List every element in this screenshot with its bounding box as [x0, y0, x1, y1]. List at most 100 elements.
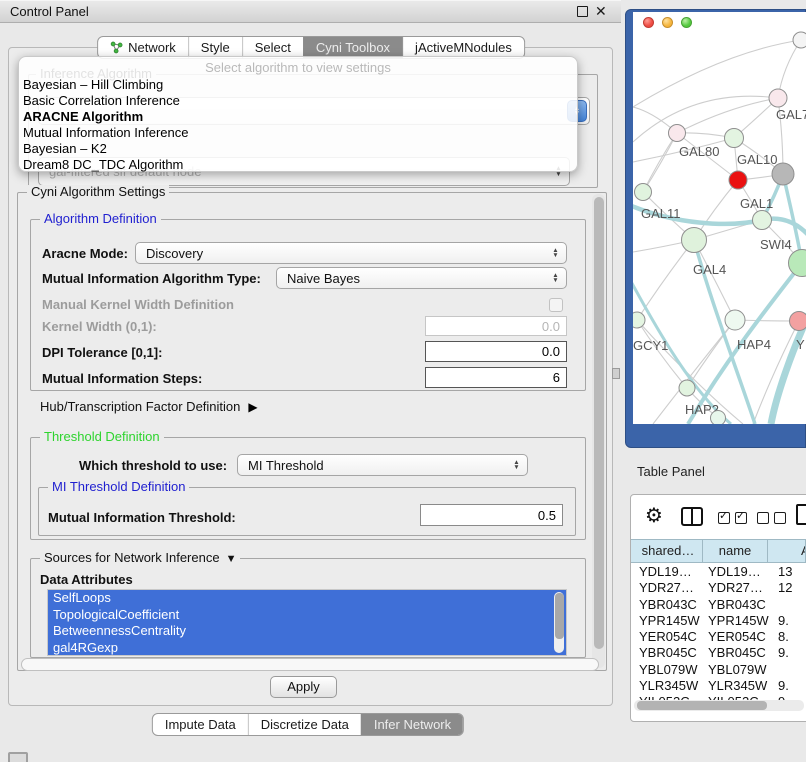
- table-row[interactable]: YBR045CYBR045C9.: [631, 645, 806, 661]
- table-cell: YDR27…: [708, 580, 772, 596]
- close-panel-icon[interactable]: ✕: [595, 3, 607, 20]
- table-cell: YDL19…: [639, 564, 703, 580]
- network-node-GCY1[interactable]: [633, 312, 645, 328]
- table-cell: YDL19…: [708, 564, 772, 580]
- mi-threshold-definition-label: MI Threshold Definition: [48, 480, 189, 494]
- column-header[interactable]: shared…: [634, 540, 703, 562]
- mac-minimize-icon[interactable]: [662, 17, 673, 28]
- tab-style[interactable]: Style: [188, 37, 242, 58]
- table-horizontal-scrollbar[interactable]: [634, 700, 804, 711]
- table-cell: YER054C: [639, 629, 703, 645]
- settings-horizontal-scrollbar[interactable]: [21, 658, 599, 671]
- combobox-stepper-icon[interactable]: ▲▼: [547, 273, 564, 284]
- mac-close-icon[interactable]: [643, 17, 654, 28]
- network-view-window[interactable]: GAL7GAL80GAL10GAL1GAL11SWI4GAL4GCY1HAP4Y…: [633, 12, 806, 424]
- mi-threshold-field[interactable]: 0.5: [420, 504, 563, 526]
- algorithm-option[interactable]: Bayesian – K2: [23, 141, 573, 157]
- table-row[interactable]: YDR27…YDR27…12: [631, 580, 806, 596]
- attribute-list-item[interactable]: gal4RGexp: [48, 640, 566, 657]
- network-node-GAL7[interactable]: [769, 89, 787, 107]
- combobox-stepper-icon[interactable]: ▲▼: [547, 248, 564, 259]
- network-node-GAL4[interactable]: [682, 228, 707, 253]
- algorithm-option[interactable]: Bayesian – Hill Climbing: [23, 77, 573, 93]
- node-label: GAL11: [641, 206, 681, 221]
- hub-definition-expander[interactable]: Hub/Transcription Factor Definition▶: [40, 399, 258, 414]
- table-row[interactable]: YER054CYER054C8.: [631, 629, 806, 645]
- new-table-icon[interactable]: [796, 504, 806, 525]
- table-row[interactable]: YLR345WYLR345W9.: [631, 678, 806, 694]
- column-header[interactable]: A: [768, 540, 806, 562]
- sources-expander[interactable]: Sources for Network Inference▼: [40, 551, 240, 566]
- mi-steps-field[interactable]: 6: [425, 367, 567, 388]
- network-node[interactable]: [711, 411, 726, 425]
- aracne-mode-label: Aracne Mode:: [42, 246, 128, 261]
- list-vertical-scrollbar[interactable]: [554, 592, 564, 653]
- network-node-Y[interactable]: [790, 312, 806, 331]
- minimized-panel-icon[interactable]: [8, 752, 28, 762]
- deselect-all-rows-icon[interactable]: [757, 512, 786, 524]
- network-node-GAL80[interactable]: [669, 125, 686, 142]
- network-node[interactable]: [793, 32, 806, 48]
- column-header[interactable]: name: [703, 540, 768, 562]
- tab-network[interactable]: Network: [98, 37, 188, 58]
- select-all-rows-icon[interactable]: ✓✓: [718, 512, 747, 524]
- tab-label: Infer Network: [374, 714, 451, 735]
- gear-icon[interactable]: ⚙: [645, 503, 663, 528]
- algorithm-option[interactable]: Basic Correlation Inference: [23, 93, 573, 109]
- dropdown-item-list: Bayesian – Hill ClimbingBasic Correlatio…: [23, 77, 573, 173]
- table-cell: YBR043C: [708, 597, 772, 613]
- tab-cyni-toolbox[interactable]: Cyni Toolbox: [303, 37, 402, 58]
- network-canvas[interactable]: GAL7GAL80GAL10GAL1GAL11SWI4GAL4GCY1HAP4Y…: [633, 12, 806, 424]
- network-node-GAL10[interactable]: [725, 129, 744, 148]
- panel-splitter-handle[interactable]: [612, 368, 620, 379]
- dpi-tolerance-field[interactable]: 0.0: [425, 341, 567, 362]
- mac-zoom-icon[interactable]: [681, 17, 692, 28]
- node-label: Y: [796, 337, 805, 352]
- tab-label: Style: [201, 37, 230, 58]
- aracne-mode-combobox[interactable]: Discovery ▲▼: [135, 242, 567, 264]
- data-attributes-list[interactable]: SelfLoopsTopologicalCoefficientBetweenne…: [47, 589, 567, 656]
- split-columns-icon[interactable]: [681, 507, 703, 526]
- algorithm-option[interactable]: Mutual Information Inference: [23, 125, 573, 141]
- table-row[interactable]: YBR043CYBR043C: [631, 597, 806, 613]
- table-row[interactable]: YBL079WYBL079W: [631, 662, 806, 678]
- table-panel-title: Table Panel: [637, 464, 705, 479]
- node-label: GAL10: [737, 152, 777, 167]
- tab-jactivemnodules[interactable]: jActiveMNodules: [402, 37, 524, 58]
- expand-down-icon[interactable]: ▼: [226, 553, 237, 565]
- kernel-width-label: Kernel Width (0,1):: [42, 319, 157, 334]
- network-node[interactable]: [772, 163, 794, 185]
- network-node-HAP2[interactable]: [679, 380, 695, 396]
- table-row[interactable]: YPR145WYPR145W9.: [631, 613, 806, 629]
- table-cell: YBR045C: [708, 645, 772, 661]
- tab-infer-network[interactable]: Infer Network: [361, 714, 463, 735]
- algorithm-option[interactable]: ARACNE Algorithm: [23, 109, 573, 125]
- network-node-HAP4[interactable]: [725, 310, 745, 330]
- network-node-GAL1[interactable]: [729, 171, 747, 189]
- tab-label: Select: [255, 37, 291, 58]
- settings-vertical-scrollbar[interactable]: [592, 194, 605, 668]
- table-cell: YLR345W: [708, 678, 772, 694]
- table-row[interactable]: YDL19…YDL19…13: [631, 564, 806, 580]
- which-threshold-combobox[interactable]: MI Threshold ▲▼: [237, 454, 528, 476]
- mi-algorithm-type-combobox[interactable]: Naive Bayes ▲▼: [276, 267, 567, 289]
- tab-impute-data[interactable]: Impute Data: [153, 714, 248, 735]
- kernel-width-field[interactable]: 0.0: [425, 316, 567, 336]
- expand-right-icon[interactable]: ▶: [248, 400, 257, 414]
- tab-discretize-data[interactable]: Discretize Data: [248, 714, 361, 735]
- manual-kernel-width-checkbox[interactable]: [549, 298, 563, 312]
- tab-select[interactable]: Select: [242, 37, 303, 58]
- attribute-list-item[interactable]: BetweennessCentrality: [48, 623, 566, 640]
- network-node[interactable]: [789, 250, 806, 277]
- table-cell: 9.: [778, 678, 806, 694]
- attribute-list-item[interactable]: SelfLoops: [48, 590, 566, 607]
- combobox-stepper-icon[interactable]: ▲▼: [508, 460, 525, 471]
- network-node-SWI4[interactable]: [753, 211, 772, 230]
- float-panel-icon[interactable]: [577, 6, 588, 17]
- network-node-GAL11[interactable]: [635, 184, 652, 201]
- algorithm-option[interactable]: Dream8 DC_TDC Algorithm: [23, 157, 573, 173]
- attribute-list-item[interactable]: TopologicalCoefficient: [48, 607, 566, 624]
- node-label: GAL1: [740, 196, 773, 211]
- apply-button[interactable]: Apply: [270, 676, 337, 698]
- table-cell: YBR045C: [639, 645, 703, 661]
